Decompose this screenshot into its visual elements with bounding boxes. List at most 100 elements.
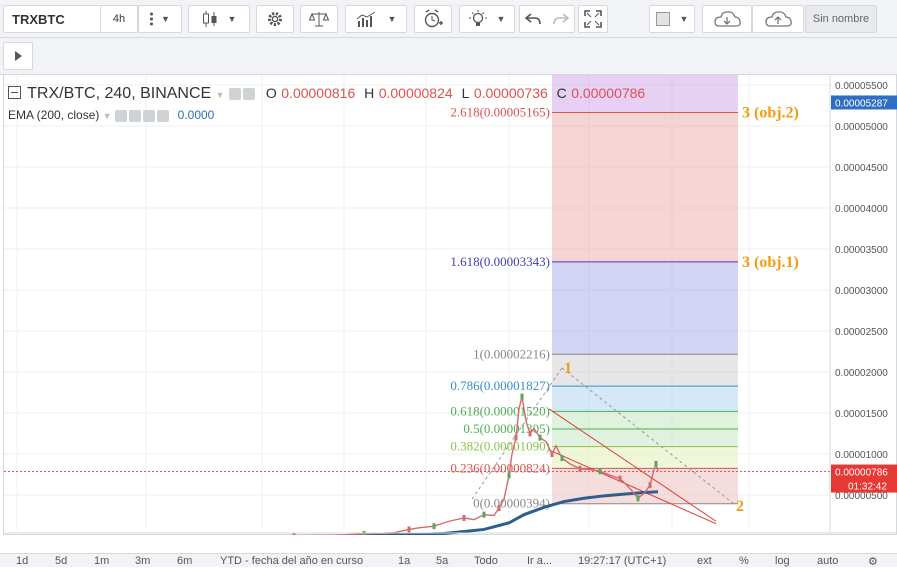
square-swatch-icon	[655, 12, 670, 26]
chevron-down-icon: ▼	[679, 14, 689, 24]
annotation-1: 1	[564, 360, 572, 377]
chevron-down-icon: ▼	[227, 14, 237, 24]
range-ytd-button[interactable]: YTD - fecha del año en curso	[220, 555, 363, 567]
range-6m-button[interactable]: 6m	[177, 555, 192, 567]
interval-button[interactable]: 4h	[100, 5, 138, 33]
range-5y-button[interactable]: 5a	[436, 555, 448, 567]
range-1d-button[interactable]: 1d	[16, 555, 28, 567]
candle	[648, 482, 652, 489]
range-5d-button[interactable]: 5d	[55, 555, 67, 567]
price-axis-tick: 0.00000500	[835, 491, 888, 502]
fib-level-label: 1(0.00002216)	[473, 346, 550, 361]
redo-icon[interactable]	[553, 12, 569, 26]
log-scale-button[interactable]: log	[775, 555, 790, 567]
price-chart[interactable]: 2.618(0.00005165) 1.618(0.00003343) 1(0.00…	[4, 75, 897, 535]
candle	[578, 465, 582, 472]
legend-open-label: O	[265, 85, 277, 101]
load-layout-button[interactable]	[702, 5, 752, 33]
price-axis-tick: 0.00001000	[835, 450, 888, 461]
legend-collapse-icon[interactable]	[8, 86, 21, 100]
chart-style-button[interactable]: ▼	[188, 5, 250, 33]
chart-legend: TRX/BTC, 240, BINANCE ▼ O 0.00000816 H 0…	[8, 85, 645, 103]
save-layout-button[interactable]	[752, 5, 804, 33]
price-axis-tick: 0.00003000	[835, 286, 888, 297]
clock-time: 19:27:17 (UTC+1)	[578, 555, 667, 567]
settings-button[interactable]	[256, 5, 294, 33]
auto-scale-button[interactable]: auto	[817, 555, 838, 567]
candle	[618, 475, 622, 482]
eye-icon[interactable]	[114, 109, 127, 122]
price-axis-tick: 0.00005000	[835, 122, 888, 133]
candle	[636, 495, 640, 502]
range-all-button[interactable]: Todo	[474, 555, 498, 567]
chevron-down-icon[interactable]: ▼	[103, 111, 112, 121]
price-tag-top: 0.00005287	[835, 98, 888, 109]
candlestick-icon	[202, 10, 218, 28]
secondary-toolbar	[0, 38, 897, 75]
fib-level-label: 0.618(0.00001520)	[450, 403, 550, 418]
chevron-down-icon[interactable]: ▼	[216, 90, 225, 100]
price-axis-tick: 0.00002000	[835, 368, 888, 379]
gear-icon	[266, 10, 284, 28]
layout-name-button[interactable]: Sin nombre	[805, 5, 877, 33]
eye-icon[interactable]	[229, 87, 242, 100]
candle	[514, 434, 518, 441]
gear-icon[interactable]	[243, 87, 256, 100]
more-intervals-button[interactable]: ▼	[138, 5, 182, 33]
candle	[432, 523, 436, 530]
annotation-obj1: 3 (obj.1)	[742, 254, 799, 271]
indicator-legend: EMA (200, close) ▼ 0.0000	[8, 108, 214, 122]
chart-area[interactable]: 2.618(0.00005165) 1.618(0.00003343) 1(0.00…	[3, 75, 897, 535]
fib-level-label: 0.236(0.00000824)	[450, 460, 550, 475]
legend-high-value: 0.00000824	[378, 85, 453, 101]
candle	[550, 451, 554, 457]
annotation-2: 2	[736, 498, 744, 515]
goto-button[interactable]: Ir a...	[527, 555, 552, 567]
scale-icon	[309, 11, 329, 27]
range-1m-button[interactable]: 1m	[94, 555, 109, 567]
close-icon[interactable]	[156, 109, 169, 122]
price-axis-tick: 0.00003500	[835, 245, 888, 256]
compare-button[interactable]	[300, 5, 338, 33]
fib-zone-0382	[552, 446, 738, 469]
cloud-upload-icon	[763, 9, 793, 29]
top-toolbar: TRXBTC 4h ▼ ▼ ▼ ▼ ▼ Sin nombre	[0, 0, 897, 38]
fib-zone-1618	[552, 261, 738, 355]
fullscreen-button[interactable]	[578, 5, 608, 33]
fullscreen-icon	[584, 10, 602, 28]
undo-icon[interactable]	[525, 12, 541, 26]
percent-scale-button[interactable]: %	[739, 555, 749, 567]
candle	[654, 460, 658, 467]
candle	[507, 472, 511, 479]
color-picker-button[interactable]: ▼	[649, 5, 695, 33]
price-axis-tick: 0.00005500	[835, 81, 888, 92]
legend-open-value: 0.00000816	[281, 85, 356, 101]
price-axis-tick: 0.00004500	[835, 163, 888, 174]
lock-icon[interactable]	[142, 109, 155, 122]
fib-level-label: 1.618(0.00003343)	[450, 254, 550, 269]
range-3m-button[interactable]: 3m	[135, 555, 150, 567]
candle	[560, 455, 564, 462]
range-1y-button[interactable]: 1a	[398, 555, 410, 567]
indicators-button[interactable]: ▼	[345, 5, 407, 33]
ideas-button[interactable]: ▼	[459, 5, 515, 33]
indicators-chart-icon	[356, 11, 376, 27]
fib-level-label: 2.618(0.00005165)	[450, 104, 550, 119]
expand-drawing-toolbar-button[interactable]	[3, 42, 33, 70]
vertical-dots-icon	[150, 12, 154, 26]
annotation-obj2: 3 (obj.2)	[742, 104, 799, 121]
alarm-clock-icon	[423, 9, 443, 29]
play-right-icon	[13, 50, 23, 62]
legend-low-value: 0.00000736	[473, 85, 548, 101]
chevron-down-icon: ▼	[387, 14, 397, 24]
indicator-value: 0.0000	[177, 108, 215, 122]
legend-close-label: C	[556, 85, 567, 101]
candle	[482, 511, 486, 518]
extended-hours-button[interactable]: ext	[697, 555, 712, 567]
gear-icon[interactable]	[128, 109, 141, 122]
indicator-label: EMA (200, close)	[8, 108, 100, 122]
alert-button[interactable]	[414, 5, 452, 33]
gear-icon[interactable]: ⚙	[868, 555, 878, 568]
candle	[407, 526, 411, 533]
candle	[520, 393, 524, 400]
